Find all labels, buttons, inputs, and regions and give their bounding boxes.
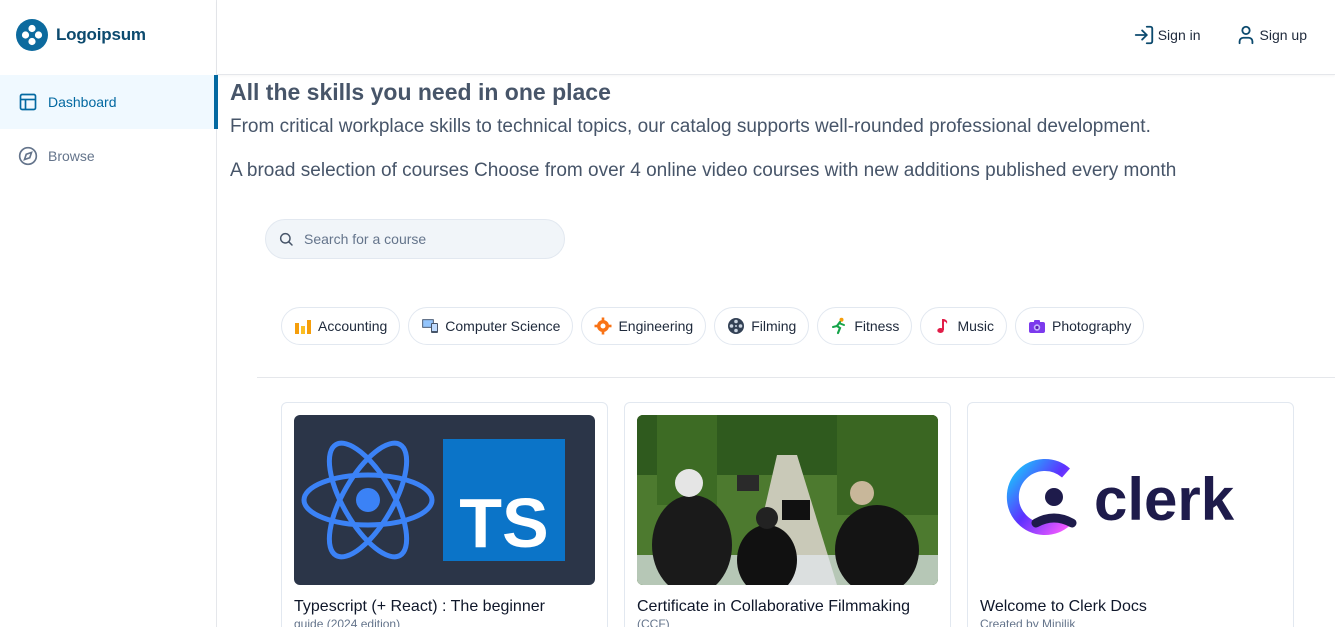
category-label: Accounting [318, 318, 388, 334]
category-list: Accounting Computer Science Engineering … [281, 307, 1145, 345]
sign-up-label: Sign up [1259, 27, 1307, 43]
course-card[interactable]: Certificate in Collaborative Filmmaking … [624, 402, 951, 627]
brand-name: Logoipsum [56, 25, 146, 44]
category-label: Photography [1052, 318, 1132, 334]
sidebar-item-dashboard[interactable]: Dashboard [0, 75, 218, 129]
search-icon [279, 232, 293, 246]
sidebar-nav: Dashboard Browse [0, 75, 218, 183]
search-input[interactable] [304, 231, 544, 247]
filmmaking-photo [637, 415, 938, 585]
course-card[interactable]: clerk Welcome to Clerk Docs Created by M… [967, 402, 1294, 627]
course-title: Certificate in Collaborative Filmmaking [637, 598, 910, 615]
sign-in-button[interactable]: Sign in [1133, 24, 1201, 46]
course-thumbnail: TS [294, 415, 595, 585]
course-card[interactable]: TS Typescript (+ React) : The beginner g… [281, 402, 608, 627]
music-note-icon [937, 319, 948, 333]
clerk-logo: clerk [1006, 459, 1235, 535]
sign-in-icon [1134, 25, 1153, 45]
course-meta: Created by Minilik [980, 617, 1076, 627]
course-title: Welcome to Clerk Docs [980, 598, 1147, 615]
course-thumbnail [637, 415, 938, 585]
svg-text:TS: TS [459, 484, 548, 562]
user-icon [1238, 25, 1253, 45]
react-typescript-image: TS [301, 439, 565, 562]
sidebar-item-label: Dashboard [48, 94, 117, 110]
category-chip-accounting[interactable]: Accounting [281, 307, 401, 345]
page-description: A broad selection of courses Choose from… [230, 160, 1177, 181]
layout-icon [19, 93, 37, 111]
sidebar-item-browse[interactable]: Browse [0, 129, 217, 183]
course-thumbnail: clerk [980, 415, 1281, 585]
category-label: Fitness [854, 318, 900, 334]
course-meta: guide (2024 edition) [294, 617, 401, 627]
gear-icon [594, 317, 612, 335]
logo-icon [16, 19, 48, 51]
section-divider [257, 377, 1335, 378]
category-chip-engineering[interactable]: Engineering [581, 307, 707, 345]
page-title: All the skills you need in one place [230, 79, 611, 105]
category-chip-filming[interactable]: Filming [714, 307, 810, 345]
course-meta: (CCF) [637, 617, 670, 627]
category-chip-fitness[interactable]: Fitness [817, 307, 913, 345]
bar-chart-icon [295, 320, 311, 334]
course-grid: TS Typescript (+ React) : The beginner g… [281, 402, 1294, 627]
category-label: Music [957, 318, 994, 334]
sidebar-item-label: Browse [48, 148, 95, 164]
top-header: Sign in Sign up [217, 0, 1335, 75]
category-label: Engineering [618, 318, 694, 334]
page-subtitle: From critical workplace skills to techni… [230, 116, 1151, 137]
category-label: Computer Science [445, 318, 561, 334]
runner-icon [832, 317, 846, 335]
sign-in-label: Sign in [1157, 27, 1201, 43]
compass-icon [18, 146, 38, 166]
auth-actions: Sign in Sign up [1133, 24, 1307, 46]
category-label: Filming [751, 318, 797, 334]
brand-logo[interactable]: Logoipsum [16, 19, 146, 51]
search-bar[interactable] [265, 219, 565, 259]
course-title: Typescript (+ React) : The beginner [294, 598, 545, 615]
camera-icon [1029, 320, 1045, 333]
category-chip-photography[interactable]: Photography [1015, 307, 1145, 345]
sidebar: Logoipsum Dashboard Browse [0, 0, 218, 627]
clerk-wordmark: clerk [1094, 466, 1235, 533]
main-content: All the skills you need in one place Fro… [230, 76, 1335, 183]
category-chip-computer-science[interactable]: Computer Science [408, 307, 574, 345]
sign-up-button[interactable]: Sign up [1235, 24, 1307, 46]
computer-icon [422, 319, 439, 333]
category-chip-music[interactable]: Music [920, 307, 1007, 345]
film-reel-icon [728, 318, 745, 334]
